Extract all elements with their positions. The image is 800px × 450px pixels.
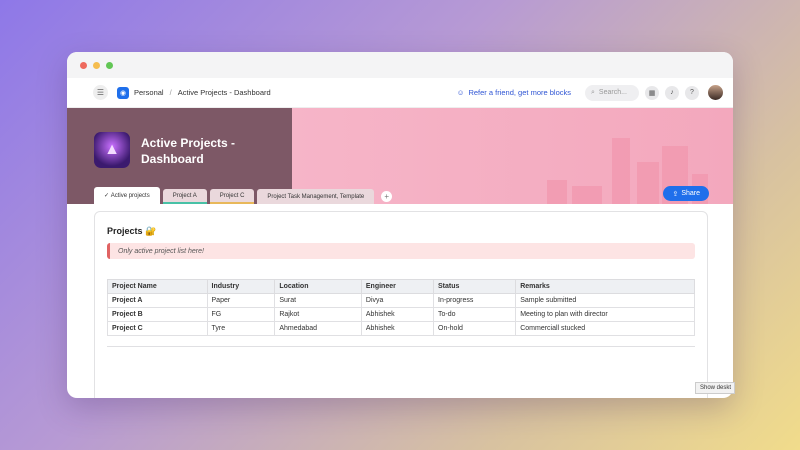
check-icon: ✓ xyxy=(104,193,111,199)
table-header-row: Project Name Industry Location Engineer … xyxy=(107,279,695,294)
refer-friend-link[interactable]: ☺ Refer a friend, get more blocks xyxy=(457,88,571,97)
table-cell[interactable]: Project C xyxy=(107,321,208,336)
breadcrumb-workspace[interactable]: Personal xyxy=(134,88,164,97)
column-header[interactable]: Remarks xyxy=(515,279,695,294)
tab-project-task-management[interactable]: Project Task Management, Template xyxy=(257,189,375,204)
city-building xyxy=(612,138,630,204)
projects-block: Projects 🔐 Only active project list here… xyxy=(94,211,708,398)
tab-label: Active projects xyxy=(110,192,150,199)
table-row: Project B FG Rajkot Abhishek To-do Meeti… xyxy=(107,307,695,322)
table-row: Project A Paper Surat Divya In-progress … xyxy=(107,293,695,308)
city-building xyxy=(547,180,567,204)
page-title[interactable]: Active Projects - Dashboard xyxy=(141,135,261,167)
table-cell[interactable]: On-hold xyxy=(432,321,517,336)
section-title[interactable]: Projects 🔐 xyxy=(107,226,695,237)
table-cell[interactable]: Ahmedabad xyxy=(274,321,362,336)
table-row: Project C Tyre Ahmedabad Abhishek On-hol… xyxy=(107,321,695,336)
add-tab-icon[interactable]: + xyxy=(381,191,393,202)
column-header[interactable]: Engineer xyxy=(360,279,435,294)
tab-project-a[interactable]: Project A xyxy=(162,189,207,204)
breadcrumb-page[interactable]: Active Projects - Dashboard xyxy=(178,88,271,97)
app-window: ☰ ◉ Personal / Active Projects - Dashboa… xyxy=(67,52,733,398)
share-button[interactable]: ⇪ Share xyxy=(663,186,709,201)
column-header[interactable]: Project Name xyxy=(107,279,208,294)
share-label: Share xyxy=(681,190,700,197)
workspace-icon[interactable]: ◉ xyxy=(117,86,129,99)
table-cell[interactable]: Rajkot xyxy=(274,307,362,322)
close-window-button[interactable] xyxy=(80,61,87,69)
column-header[interactable]: Industry xyxy=(206,279,276,294)
tab-project-c[interactable]: Project C xyxy=(209,189,255,204)
minimize-window-button[interactable] xyxy=(93,61,100,69)
dashboard-banner: ▲ Active Projects - Dashboard ✓ Active p… xyxy=(67,108,733,204)
menu-icon[interactable]: ☰ xyxy=(93,85,108,100)
city-building xyxy=(572,186,602,204)
table-cell[interactable]: Divya xyxy=(360,293,435,308)
calendar-icon[interactable]: ▦ xyxy=(645,85,659,100)
tab-active-projects[interactable]: ✓ Active projects xyxy=(94,187,160,204)
table-cell[interactable]: Project A xyxy=(107,293,208,308)
search-placeholder: Search... xyxy=(598,89,627,96)
help-icon[interactable]: ? xyxy=(685,85,699,100)
search-input[interactable]: ⌕ Search... xyxy=(585,84,639,101)
tab-bar: ✓ Active projects Project A Project C Pr… xyxy=(94,187,393,204)
callout-note[interactable]: Only active project list here! xyxy=(107,243,695,259)
table-cell[interactable]: Abhishek xyxy=(360,321,435,336)
search-icon: ⌕ xyxy=(591,88,595,96)
tab-label: Project Task Management, Template xyxy=(267,193,365,200)
table-cell[interactable]: Abhishek xyxy=(360,307,435,322)
top-navigation: ☰ ◉ Personal / Active Projects - Dashboa… xyxy=(67,78,733,108)
table-cell[interactable]: In-progress xyxy=(432,293,517,308)
breadcrumb-separator: / xyxy=(169,88,172,97)
table-cell[interactable]: Project B xyxy=(107,307,208,322)
table-cell[interactable]: Commerciall stucked xyxy=(515,321,695,336)
window-titlebar xyxy=(67,52,733,78)
tab-label: Project A xyxy=(172,192,197,199)
divider xyxy=(107,346,695,347)
table-cell[interactable]: Paper xyxy=(206,293,276,308)
table-cell[interactable]: To-do xyxy=(432,307,517,322)
maximize-window-button[interactable] xyxy=(106,61,113,69)
city-building xyxy=(637,162,659,204)
table-cell[interactable]: Tyre xyxy=(206,321,276,336)
column-header[interactable]: Status xyxy=(432,279,517,294)
table-cell[interactable]: Sample submitted xyxy=(515,293,695,308)
avatar[interactable] xyxy=(708,85,723,100)
table-cell[interactable]: Surat xyxy=(274,293,362,308)
dashboard-logo-icon[interactable]: ▲ xyxy=(94,132,130,168)
tab-label: Project C xyxy=(219,192,245,199)
column-header[interactable]: Location xyxy=(274,279,362,294)
refer-label: Refer a friend, get more blocks xyxy=(468,88,571,97)
projects-table: Project Name Industry Location Engineer … xyxy=(107,279,695,336)
table-cell[interactable]: Meeting to plan with director xyxy=(515,307,695,322)
table-cell[interactable]: FG xyxy=(206,307,276,322)
share-icon: ⇪ xyxy=(672,190,679,198)
bell-icon[interactable]: ♪ xyxy=(665,85,679,100)
tooltip: Show deskt xyxy=(695,382,735,394)
refer-icon: ☺ xyxy=(456,88,465,97)
